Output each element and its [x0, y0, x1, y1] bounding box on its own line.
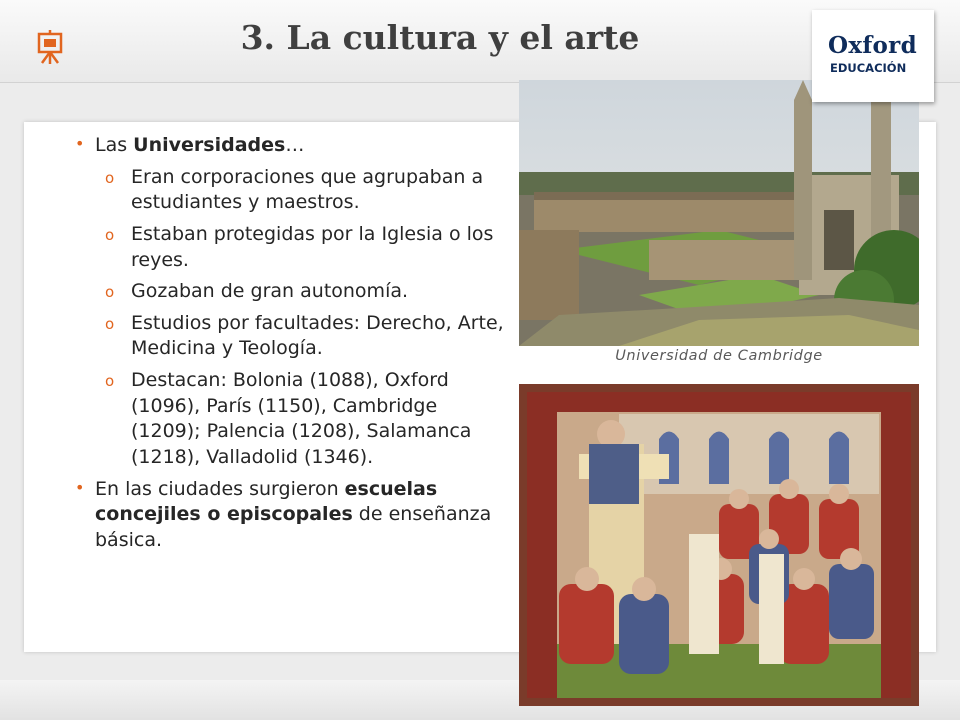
sub-item: o Estudios por facultades: Derecho, Arte…: [75, 311, 505, 362]
bullet-dot-icon: •: [75, 134, 85, 153]
easel-icon: [37, 30, 63, 64]
circle-bullet-icon: o: [105, 314, 115, 333]
circle-bullet-icon: o: [105, 225, 115, 244]
bullet-escuelas: • En las ciudades surgieron escuelas con…: [75, 477, 505, 554]
sub-item: o Eran corporaciones que agrupaban a est…: [75, 165, 505, 216]
circle-bullet-icon: o: [105, 283, 115, 302]
bullet1-post: …: [285, 134, 305, 156]
page-title: 3. La cultura y el arte: [240, 18, 640, 57]
sub-item: o Destacan: Bolonia (1088), Oxford (1096…: [75, 368, 505, 471]
sub-item-text: Destacan: Bolonia (1088), Oxford (1096),…: [131, 369, 472, 469]
logo-line2: EDUCACIÓN: [830, 61, 907, 75]
circle-bullet-icon: o: [105, 372, 115, 391]
circle-bullet-icon: o: [105, 168, 115, 187]
bullet1-bold: Universidades: [133, 134, 286, 156]
bullet-dot-icon: •: [75, 477, 85, 497]
cambridge-caption: Universidad de Cambridge: [615, 348, 823, 364]
text-column: • Las Universidades… o Eran corporacione…: [75, 133, 505, 560]
sub-item-text: Gozaban de gran autonomía.: [131, 280, 409, 303]
cambridge-photo-illustration: [519, 80, 919, 346]
bullet-universidades: • Las Universidades…: [75, 133, 505, 159]
oxford-logo: Oxford EDUCACIÓN: [812, 10, 934, 102]
bullet2-pre: En las ciudades surgieron: [95, 477, 345, 500]
medieval-lecture-painting: [519, 384, 919, 706]
sub-item-text: Eran corporaciones que agrupaban a estud…: [131, 165, 484, 214]
logo-line1: Oxford: [828, 32, 917, 59]
medieval-lecture-illustration: [519, 384, 919, 706]
sub-item-text: Estudios por facultades: Derecho, Arte, …: [131, 311, 504, 360]
sub-item: o Gozaban de gran autonomía.: [75, 279, 505, 305]
sub-item: o Estaban protegidas por la Iglesia o lo…: [75, 222, 505, 273]
sub-item-text: Estaban protegidas por la Iglesia o los …: [131, 222, 494, 271]
cambridge-photo: [519, 80, 919, 346]
bullet1-pre: Las: [95, 134, 134, 156]
